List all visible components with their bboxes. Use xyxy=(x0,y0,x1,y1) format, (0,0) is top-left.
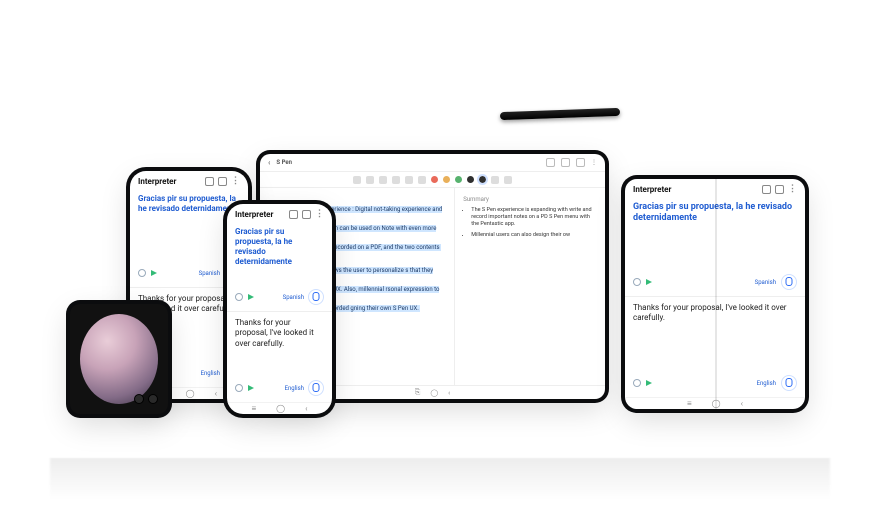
phone-nav: ≡ ◯ ‹ xyxy=(227,402,332,414)
mute-icon[interactable] xyxy=(235,384,243,392)
mic-button[interactable] xyxy=(781,274,797,290)
app-title: Interpreter xyxy=(633,185,671,194)
more-icon[interactable]: ⋮ xyxy=(591,159,597,166)
more-icon[interactable]: ⋮ xyxy=(788,185,797,194)
source-text: Gracias pir su propuesta, la he revisado… xyxy=(235,227,324,267)
source-lang[interactable]: Spanish xyxy=(755,279,776,286)
redo-icon[interactable] xyxy=(366,176,374,184)
target-text: Thanks for your proposal, I've looked it… xyxy=(235,318,324,349)
highlighter-tool-icon[interactable] xyxy=(392,176,400,184)
back-chevron-icon[interactable]: ‹ xyxy=(268,158,270,167)
source-text: Gracias pir su propuesta, la he revisado… xyxy=(138,194,240,214)
color-swatch[interactable] xyxy=(431,176,438,183)
history-icon[interactable] xyxy=(205,177,214,186)
summary-panel: Summary The S Pen experience is expandin… xyxy=(454,188,605,385)
play-icon[interactable] xyxy=(646,380,652,386)
eraser-tool-icon[interactable] xyxy=(405,176,413,184)
play-icon[interactable] xyxy=(646,279,652,285)
interpreter-header: Interpreter ⋮ xyxy=(227,204,332,221)
source-lang[interactable]: Spanish xyxy=(283,294,304,301)
app-title: Interpreter xyxy=(235,210,273,219)
camera-lens-icon xyxy=(134,394,144,404)
tablet-toolbar xyxy=(260,172,605,188)
summary-heading: Summary xyxy=(463,196,597,203)
phone-nav: ≡ ◯ ‹ xyxy=(625,397,805,409)
settings-icon[interactable] xyxy=(775,185,784,194)
target-lang[interactable]: English xyxy=(201,370,220,377)
cover-screen-wallpaper xyxy=(80,314,158,404)
camera-lens-icon xyxy=(148,394,158,404)
target-pane: Thanks for your proposal, I've looked it… xyxy=(625,297,805,397)
s-pen-stylus xyxy=(500,108,620,120)
color-swatch[interactable] xyxy=(479,176,486,183)
history-icon[interactable] xyxy=(289,210,298,219)
mic-button[interactable] xyxy=(308,289,324,305)
nav-home-icon[interactable]: ◯ xyxy=(712,399,721,408)
nav-back-icon[interactable]: ‹ xyxy=(741,399,743,408)
more-icon[interactable]: ⋮ xyxy=(231,177,240,186)
slab-phone: Interpreter ⋮ Gracias pir su propuesta, … xyxy=(227,204,332,414)
flip-phone-closed xyxy=(70,304,168,414)
summary-bullet: Millennial users can also design their o… xyxy=(471,232,597,239)
nav-recent-icon[interactable]: ≡ xyxy=(687,399,692,408)
more-icon[interactable]: ⋮ xyxy=(315,210,324,219)
source-lang[interactable]: Spanish xyxy=(199,270,220,277)
fold-phone: Interpreter ⋮ Gracias pir su propuesta, … xyxy=(625,179,805,409)
nav-back-icon[interactable]: ‹ xyxy=(448,389,450,397)
source-pane: Gracias pir su propuesta, la he revisado… xyxy=(227,221,332,312)
play-icon[interactable] xyxy=(248,385,254,391)
tablet-titlebar: ‹ S Pen ⋮ xyxy=(260,154,605,172)
text-tool-icon[interactable] xyxy=(491,176,499,184)
floor-reflection xyxy=(50,458,830,500)
target-text: Thanks for your proposal, I've looked it… xyxy=(633,303,797,324)
ai-tool-icon[interactable] xyxy=(504,176,512,184)
mic-button[interactable] xyxy=(308,380,324,396)
share-icon[interactable] xyxy=(546,158,555,167)
settings-icon[interactable] xyxy=(218,177,227,186)
nav-recent-icon[interactable]: ≡ xyxy=(251,404,256,413)
select-tool-icon[interactable] xyxy=(418,176,426,184)
mute-icon[interactable] xyxy=(235,293,243,301)
mute-icon[interactable] xyxy=(138,269,146,277)
color-swatch[interactable] xyxy=(467,176,474,183)
mute-icon[interactable] xyxy=(633,379,641,387)
nav-recent-icon[interactable]: ⎘ xyxy=(415,388,421,397)
export-icon[interactable] xyxy=(561,158,570,167)
color-swatch[interactable] xyxy=(443,176,450,183)
summary-bullet: The S Pen experience is expanding with w… xyxy=(471,207,597,228)
settings-icon[interactable] xyxy=(302,210,311,219)
target-pane: Thanks for your proposal, I've looked it… xyxy=(227,312,332,402)
interpreter-header: Interpreter ⋮ xyxy=(625,179,805,196)
target-lang[interactable]: English xyxy=(285,385,304,392)
app-title: Interpreter xyxy=(138,177,176,186)
target-lang[interactable]: English xyxy=(757,380,776,387)
interpreter-header: Interpreter ⋮ xyxy=(130,171,248,188)
nav-home-icon[interactable]: ◯ xyxy=(430,389,438,397)
mute-icon[interactable] xyxy=(633,278,641,286)
nav-home-icon[interactable]: ◯ xyxy=(186,389,195,398)
nav-back-icon[interactable]: ‹ xyxy=(215,389,217,398)
play-icon[interactable] xyxy=(151,270,157,276)
pen-tool-icon[interactable] xyxy=(379,176,387,184)
source-pane: Gracias pir su propuesta, la he revisado… xyxy=(625,196,805,297)
color-swatch[interactable] xyxy=(455,176,462,183)
device-lineup: ‹ S Pen ⋮ Exanding the S Pen exper xyxy=(0,60,880,454)
source-text: Gracias pir su propuesta, la he revisado… xyxy=(633,202,797,225)
doc-title: S Pen xyxy=(276,159,292,166)
nav-back-icon[interactable]: ‹ xyxy=(305,404,307,413)
add-icon[interactable] xyxy=(576,158,585,167)
history-icon[interactable] xyxy=(762,185,771,194)
undo-icon[interactable] xyxy=(353,176,361,184)
play-icon[interactable] xyxy=(248,294,254,300)
nav-home-icon[interactable]: ◯ xyxy=(276,404,285,413)
mic-button[interactable] xyxy=(781,375,797,391)
